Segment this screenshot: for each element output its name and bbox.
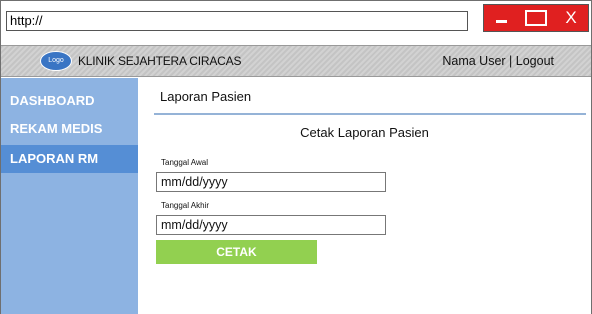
close-icon: X xyxy=(565,8,577,27)
sidebar: DASHBOARD REKAM MEDIS LAPORAN RM xyxy=(1,78,138,314)
address-bar[interactable]: http:// xyxy=(6,11,468,31)
minimize-button[interactable] xyxy=(484,5,518,31)
user-logout-links[interactable]: Nama User | Logout xyxy=(442,54,554,68)
page-title: Laporan Pasien xyxy=(160,89,252,104)
sidebar-item-dashboard[interactable]: DASHBOARD xyxy=(1,87,138,115)
start-date-label: Tanggal Awal xyxy=(161,158,208,167)
window-controls: X xyxy=(483,4,589,32)
end-date-input[interactable]: mm/dd/yyyy xyxy=(156,215,386,235)
clinic-logo: Logo xyxy=(40,51,72,71)
app-window: http:// X Logo KLINIK SEJAHTERA CIRACAS … xyxy=(0,0,592,314)
app-header: Logo KLINIK SEJAHTERA CIRACAS Nama User … xyxy=(1,45,591,77)
minimize-icon xyxy=(496,20,507,23)
browser-bar: http:// X xyxy=(1,1,591,37)
close-button[interactable]: X xyxy=(554,5,588,31)
sidebar-item-laporan-rm[interactable]: LAPORAN RM xyxy=(1,145,138,173)
maximize-button[interactable] xyxy=(518,5,554,31)
maximize-icon xyxy=(525,10,547,26)
form-title: Cetak Laporan Pasien xyxy=(300,125,429,140)
title-divider xyxy=(154,113,586,115)
start-date-input[interactable]: mm/dd/yyyy xyxy=(156,172,386,192)
print-button[interactable]: CETAK xyxy=(156,240,317,264)
clinic-name: KLINIK SEJAHTERA CIRACAS xyxy=(78,54,242,68)
sidebar-item-rekam-medis[interactable]: REKAM MEDIS xyxy=(1,115,138,143)
end-date-label: Tanggal Akhir xyxy=(161,201,210,210)
main-content: Laporan Pasien Cetak Laporan Pasien Tang… xyxy=(138,78,591,314)
